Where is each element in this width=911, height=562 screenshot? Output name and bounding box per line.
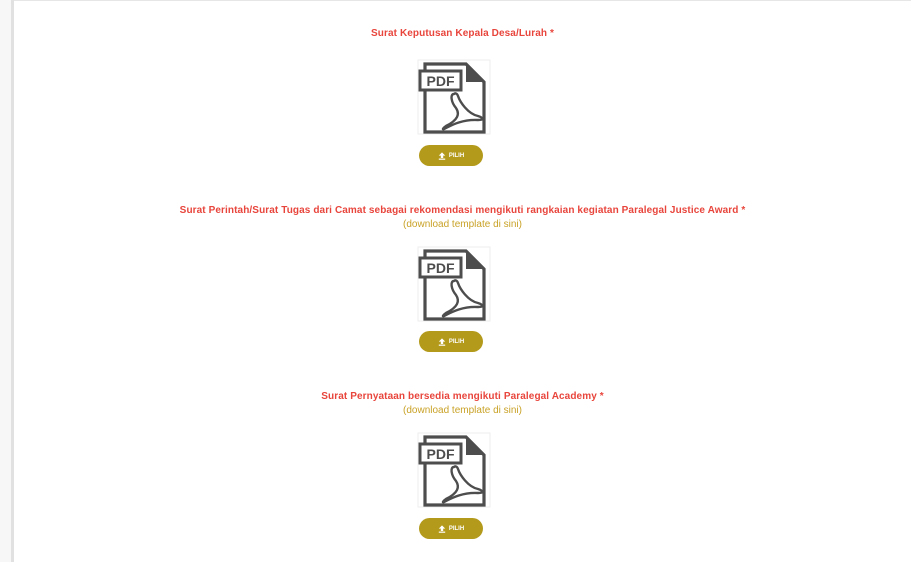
upload-icon bbox=[438, 524, 446, 533]
upload-button-label: PILIH bbox=[448, 338, 465, 345]
svg-text:PDF: PDF bbox=[427, 73, 455, 89]
upload-section-surat-perintah: Surat Perintah/Surat Tugas dari Camat se… bbox=[14, 204, 911, 231]
document-title: Surat Pernyataan bersedia mengikuti Para… bbox=[321, 391, 604, 402]
document-title: Surat Perintah/Surat Tugas dari Camat se… bbox=[179, 205, 746, 216]
document-title: Surat Keputusan Kepala Desa/Lurah * bbox=[371, 28, 554, 39]
upload-section-sk-kepala-desa: Surat Keputusan Kepala Desa/Lurah * bbox=[14, 27, 911, 40]
upload-section-surat-pernyataan: Surat Pernyataan bersedia mengikuti Para… bbox=[14, 390, 911, 417]
pilih-upload-button[interactable]: PILIH bbox=[419, 331, 483, 352]
pilih-upload-button[interactable]: PILIH bbox=[419, 145, 483, 166]
pilih-upload-button[interactable]: PILIH bbox=[419, 518, 483, 539]
download-template-link[interactable]: (download template di sini) bbox=[14, 218, 911, 231]
pdf-file-icon: PDF bbox=[416, 245, 492, 323]
top-divider bbox=[14, 0, 911, 6]
upload-icon bbox=[438, 337, 446, 346]
left-border bbox=[0, 0, 14, 562]
upload-button-label: PILIH bbox=[448, 152, 465, 159]
pdf-file-icon: PDF bbox=[416, 58, 492, 136]
pdf-file-icon: PDF bbox=[416, 431, 492, 509]
upload-icon bbox=[438, 151, 446, 160]
upload-form-panel: Surat Keputusan Kepala Desa/Lurah * PDF … bbox=[0, 0, 911, 562]
download-template-link[interactable]: (download template di sini) bbox=[14, 404, 911, 417]
svg-text:PDF: PDF bbox=[427, 260, 455, 276]
svg-text:PDF: PDF bbox=[427, 446, 455, 462]
upload-button-label: PILIH bbox=[448, 525, 465, 532]
